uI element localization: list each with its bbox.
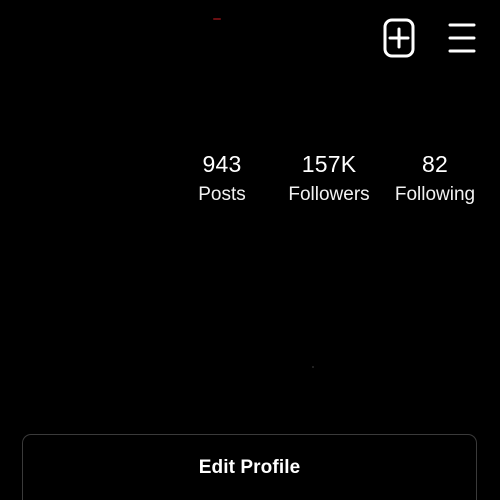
menu-button[interactable]	[444, 16, 480, 60]
following-stat[interactable]: 82 Following	[380, 150, 490, 210]
profile-screen: 943 Posts 157K Followers 82 Following Ed…	[0, 0, 500, 500]
posts-stat[interactable]: 943 Posts	[167, 150, 277, 210]
top-bar	[0, 0, 500, 80]
posts-label: Posts	[198, 184, 246, 205]
followers-count: 157K	[301, 151, 357, 177]
following-label: Following	[394, 184, 476, 205]
new-post-button[interactable]	[381, 16, 417, 60]
profile-stats: 943 Posts 157K Followers 82 Following	[172, 150, 500, 220]
following-count: 82	[422, 151, 448, 177]
posts-count: 943	[202, 151, 242, 177]
status-mark	[213, 18, 221, 20]
plus-square-icon	[383, 18, 415, 58]
decorative-dot	[312, 366, 314, 368]
followers-label: Followers	[288, 184, 370, 205]
followers-stat[interactable]: 157K Followers	[274, 150, 384, 210]
edit-profile-button[interactable]: Edit Profile	[22, 434, 477, 500]
hamburger-menu-icon	[446, 20, 478, 56]
edit-profile-label: Edit Profile	[198, 457, 301, 478]
